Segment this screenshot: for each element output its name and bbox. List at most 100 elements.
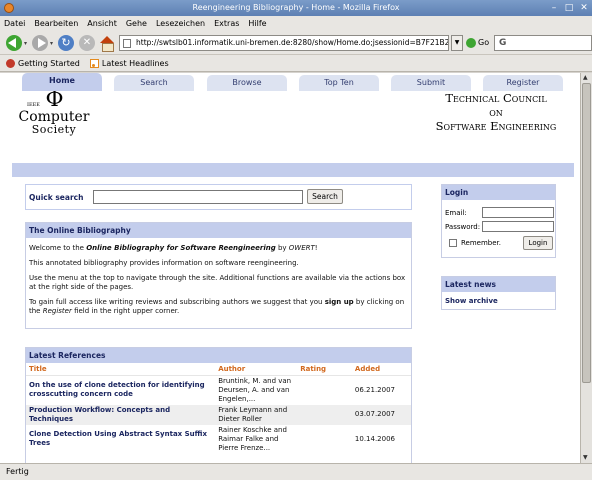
tab-register[interactable]: Register <box>483 75 563 91</box>
forward-history-dropdown-icon[interactable]: ▾ <box>50 41 55 47</box>
url-dropdown-icon[interactable]: ▼ <box>451 35 463 51</box>
minimize-button[interactable]: – <box>548 2 560 14</box>
bookmark-label: Latest Headlines <box>101 58 169 68</box>
tab-submit[interactable]: Submit <box>391 75 471 91</box>
maximize-button[interactable]: □ <box>563 2 575 14</box>
password-field[interactable] <box>482 221 554 232</box>
bookmark-latest-headlines[interactable]: Latest Headlines <box>89 58 169 68</box>
online-bibliography-box: The Online Bibliography Welcome to the O… <box>25 222 412 329</box>
back-arrow-icon[interactable] <box>6 35 22 51</box>
bibliography-name: Online Bibliography for Software Reengin… <box>86 244 276 252</box>
signup-text: To gain full access like writing reviews… <box>29 298 325 306</box>
reference-added-date: 03.07.2007 <box>351 404 411 425</box>
menu-help-paragraph: Use the menu at the top to navigate thro… <box>29 274 406 291</box>
forward-arrow-icon[interactable] <box>32 35 48 51</box>
reference-title-link[interactable]: Production Workflow: Concepts and Techni… <box>26 404 216 425</box>
go-label: Go <box>478 38 490 47</box>
firefox-icon <box>4 3 14 13</box>
reference-author: Bruntink, M. and van Deursen, A. and van… <box>218 376 292 403</box>
ieee-logo-mark: Φ <box>45 87 63 112</box>
intro-paragraph: This annotated bibliography provides inf… <box>29 259 299 267</box>
quick-search-label: Quick search <box>29 193 84 202</box>
scrollbar-thumb[interactable] <box>582 83 591 383</box>
vertical-scrollbar[interactable]: ▲ ▼ <box>580 73 592 463</box>
menu-extras[interactable]: Extras <box>214 19 239 28</box>
table-row: Clone Detection Using Abstract Syntax Su… <box>26 425 411 454</box>
welcome-text: Welcome to the <box>29 244 87 252</box>
google-icon: G <box>499 38 507 48</box>
window-title: Reengineering Bibliography - Home - Mozi… <box>192 3 400 12</box>
latest-news-box: Latest news Show archive <box>441 276 556 310</box>
email-label: Email: <box>445 209 467 217</box>
menu-ansicht[interactable]: Ansicht <box>87 19 117 28</box>
password-label: Password: <box>445 223 481 231</box>
go-button[interactable]: Go <box>466 37 489 49</box>
owert-name: OWERT <box>288 244 315 252</box>
welcome-paragraph: Welcome to the Online Bibliography for S… <box>29 244 408 253</box>
remember-checkbox[interactable] <box>449 239 457 247</box>
tab-search[interactable]: Search <box>114 75 194 91</box>
close-button[interactable]: ✕ <box>578 2 590 14</box>
status-text: Fertig <box>6 467 29 476</box>
rss-feed-icon <box>89 58 99 68</box>
references-table: Title Author Rating Added On the use of … <box>26 363 411 454</box>
reference-rating <box>297 404 352 425</box>
menu-hilfe[interactable]: Hilfe <box>248 19 266 28</box>
reload-icon[interactable]: ↻ <box>58 35 74 51</box>
column-added[interactable]: Added <box>351 363 411 376</box>
quick-search-box: Quick search Search <box>25 184 412 210</box>
reference-author: Frank Leymann and Dieter Roller <box>215 404 298 425</box>
reference-title-link[interactable]: Clone Detection Using Abstract Syntax Su… <box>26 425 215 454</box>
reference-added-date: 10.14.2006 <box>354 434 395 443</box>
column-author[interactable]: Author <box>215 363 298 376</box>
council-line-3: Software Engineering <box>435 119 557 133</box>
tab-home[interactable]: Home <box>22 73 102 91</box>
menu-bearbeiten[interactable]: Bearbeiten <box>34 19 78 28</box>
council-title: Technical Council on Software Engineerin… <box>420 91 572 133</box>
latest-references-box: Latest References Title Author Rating Ad… <box>25 347 412 463</box>
bookmarks-toolbar: Getting Started Latest Headlines <box>0 55 592 72</box>
quick-search-input[interactable] <box>93 190 303 204</box>
reference-added-date: 06.21.2007 <box>354 385 395 394</box>
tab-underbar <box>12 163 574 177</box>
sign-up-text: sign up <box>324 298 354 306</box>
latest-news-heading: Latest news <box>442 277 555 292</box>
online-bibliography-heading: The Online Bibliography <box>26 223 411 238</box>
tab-browse[interactable]: Browse <box>207 75 287 91</box>
login-button[interactable]: Login <box>523 236 553 250</box>
tab-top-ten[interactable]: Top Ten <box>299 75 379 91</box>
council-line-2: on <box>489 105 503 119</box>
stop-icon[interactable]: ✕ <box>79 35 95 51</box>
scroll-down-icon[interactable]: ▼ <box>583 454 588 461</box>
latest-references-heading: Latest References <box>26 348 411 363</box>
logo-text-society: Society <box>31 123 77 136</box>
menu-lesezeichen[interactable]: Lesezeichen <box>156 19 205 28</box>
email-field[interactable] <box>482 207 554 218</box>
menu-bar: Datei Bearbeiten Ansicht Gehe Lesezeiche… <box>0 16 592 31</box>
menu-gehe[interactable]: Gehe <box>126 19 147 28</box>
show-archive-link[interactable]: Show archive <box>442 292 555 310</box>
back-history-dropdown-icon[interactable]: ▾ <box>24 41 29 47</box>
home-icon[interactable] <box>99 35 115 52</box>
scroll-up-icon[interactable]: ▲ <box>583 74 588 81</box>
bookmark-label: Getting Started <box>18 58 80 68</box>
column-title[interactable]: Title <box>26 363 216 376</box>
navigation-toolbar: ▾ ▾ ↻ ✕ http://swtslb01.informatik.uni-b… <box>0 31 592 55</box>
welcome-by: by <box>275 244 289 252</box>
table-row: On the use of clone detection for identi… <box>26 375 411 405</box>
page-viewport: Φ IEEE Computer Society Technical Counci… <box>0 73 580 463</box>
register-text: Register <box>42 307 72 315</box>
column-rating[interactable]: Rating <box>297 363 352 376</box>
computer-society-logo[interactable]: Φ IEEE Computer Society <box>14 87 94 136</box>
reference-rating <box>297 425 352 454</box>
url-text: http://swtslb01.informatik.uni-bremen.de… <box>136 38 449 47</box>
page-icon <box>123 39 131 48</box>
url-bar[interactable]: http://swtslb01.informatik.uni-bremen.de… <box>119 35 449 51</box>
login-box: Login Email: Password: Remember. Login <box>441 184 556 258</box>
bookmark-getting-started[interactable]: Getting Started <box>6 58 80 68</box>
ieee-label: IEEE <box>27 102 40 108</box>
web-search-input[interactable]: G <box>494 35 592 51</box>
reference-title-link[interactable]: On the use of clone detection for identi… <box>26 375 215 405</box>
menu-datei[interactable]: Datei <box>4 19 25 28</box>
quick-search-button[interactable]: Search <box>307 189 343 204</box>
